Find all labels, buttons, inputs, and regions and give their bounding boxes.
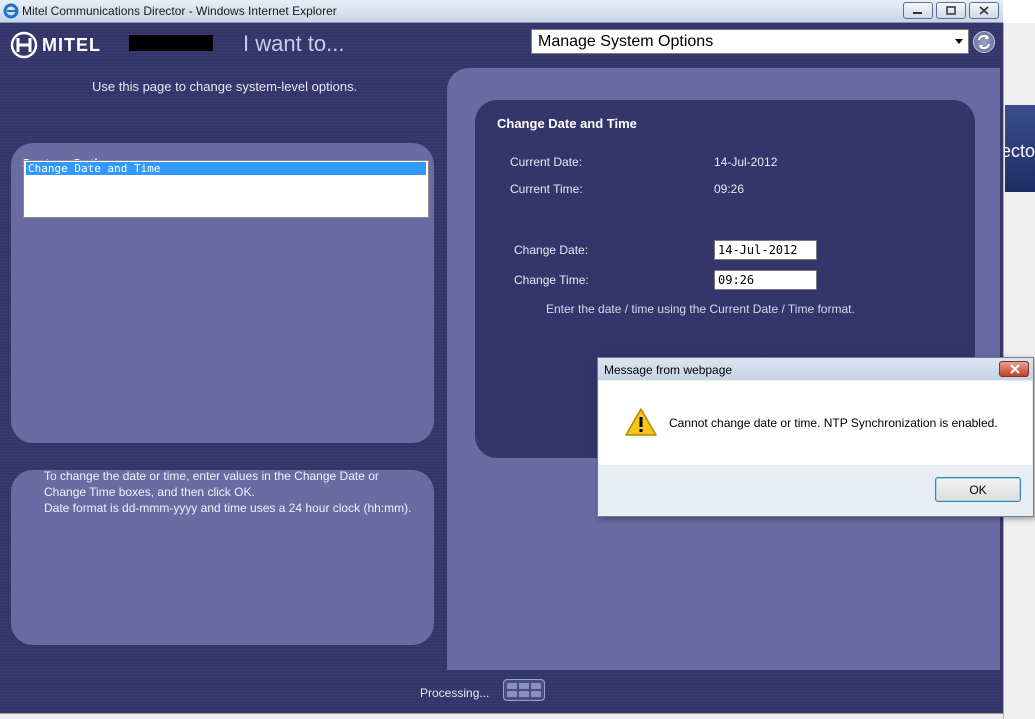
change-time-input[interactable]: 09:26 xyxy=(714,270,817,290)
minimize-icon xyxy=(913,12,922,14)
dialog-close-button[interactable] xyxy=(999,361,1029,377)
dialog-body: Cannot change date or time. NTP Synchron… xyxy=(599,381,1032,465)
current-time-value: 09:26 xyxy=(714,182,745,196)
mitel-logo: MITEL xyxy=(10,30,101,60)
help-line: Date format is dd-mmm-yyyy and time uses… xyxy=(44,501,412,515)
page-intro: Use this page to change system-level opt… xyxy=(92,79,358,94)
window-title: Mitel Communications Director - Windows … xyxy=(22,4,337,18)
date-time-title: Change Date and Time xyxy=(497,116,637,131)
help-line: To change the date or time, enter values… xyxy=(44,469,379,499)
change-date-label: Change Date: xyxy=(514,243,589,257)
system-options-list[interactable]: Change Date and Time xyxy=(23,160,429,218)
close-icon xyxy=(1010,364,1020,374)
chevron-down-icon xyxy=(955,39,963,44)
task-select-value: Manage System Options xyxy=(538,33,714,50)
maximize-icon xyxy=(946,6,956,15)
dialog-titlebar: Message from webpage xyxy=(598,358,1033,380)
close-window-button[interactable] xyxy=(969,2,999,19)
task-select[interactable]: Manage System Options xyxy=(531,29,969,54)
list-item[interactable]: Change Date and Time xyxy=(26,162,426,175)
warning-icon xyxy=(625,408,657,436)
refresh-button[interactable] xyxy=(973,31,995,53)
dialog-title: Message from webpage xyxy=(604,363,733,377)
background-banner-text: ecto xyxy=(1005,141,1035,161)
current-date-label: Current Date: xyxy=(510,155,583,169)
refresh-icon xyxy=(978,34,990,50)
change-date-input[interactable]: 14-Jul-2012 xyxy=(714,240,817,260)
current-date-value: 14-Jul-2012 xyxy=(714,155,778,169)
maximize-button[interactable] xyxy=(936,2,966,19)
minimize-button[interactable] xyxy=(903,2,933,19)
window-titlebar: Mitel Communications Director - Windows … xyxy=(0,0,1003,23)
ok-button[interactable]: OK xyxy=(935,477,1021,502)
current-time-label: Current Time: xyxy=(510,182,583,196)
background-banner: ecto xyxy=(1005,105,1035,192)
status-strip xyxy=(0,713,1003,719)
processing-icon xyxy=(503,679,545,701)
mitel-logo-icon xyxy=(10,31,38,59)
close-icon xyxy=(979,6,989,15)
redacted-username xyxy=(129,35,213,51)
change-time-label: Change Time: xyxy=(514,273,589,287)
processing-status: Processing... xyxy=(420,686,490,700)
help-text: To change the date or time, enter values… xyxy=(44,468,414,516)
mitel-logo-text: MITEL xyxy=(42,34,101,55)
dialog-message: Cannot change date or time. NTP Synchron… xyxy=(669,416,998,430)
internet-explorer-icon xyxy=(3,3,19,19)
date-time-hint: Enter the date / time using the Current … xyxy=(546,302,855,316)
i-want-to-label: I want to... xyxy=(243,31,345,56)
message-dialog: Message from webpage Cannot change date … xyxy=(597,357,1034,517)
